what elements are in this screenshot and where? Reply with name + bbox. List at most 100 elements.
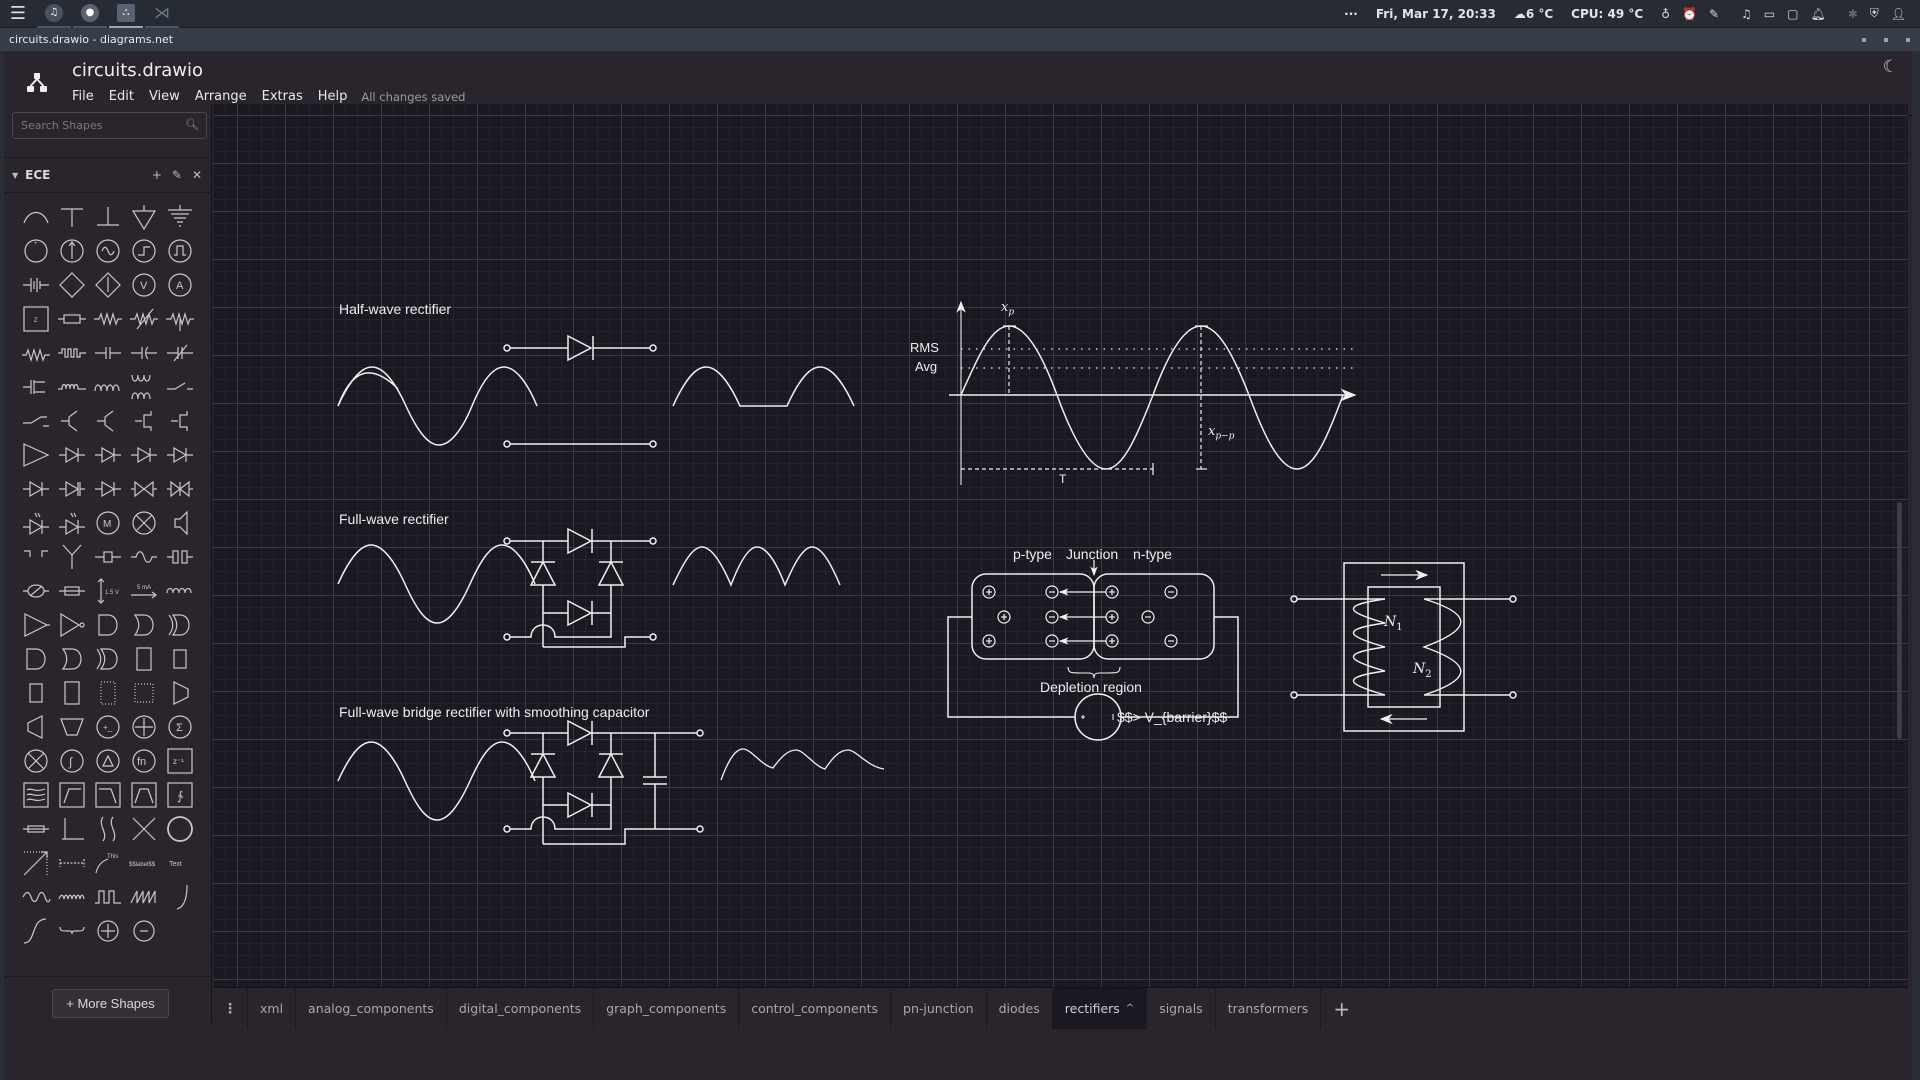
output-smoothed-wave[interactable] — [720, 748, 885, 781]
palette-shape[interactable] — [90, 676, 126, 710]
palette-shape[interactable] — [90, 608, 126, 642]
terminal[interactable] — [1290, 595, 1298, 603]
close-button[interactable] — [1906, 37, 1910, 42]
palette-shape[interactable] — [54, 200, 90, 234]
palette-shape[interactable] — [54, 608, 90, 642]
app-menu-button[interactable]: ☰ — [0, 0, 36, 28]
section-title-bridge-capacitor[interactable]: Full-wave bridge rectifier with smoothin… — [339, 704, 649, 720]
palette-shape[interactable] — [54, 914, 90, 948]
palette-shape[interactable]: 1.5 V — [90, 574, 126, 608]
tab-rectifiers[interactable]: rectifiers ^ — [1052, 988, 1148, 1029]
palette-shape[interactable] — [162, 540, 198, 574]
palette-shape[interactable] — [126, 336, 162, 370]
palette-shape[interactable] — [18, 642, 54, 676]
add-shape-icon[interactable]: + — [152, 168, 162, 182]
section-title-half-wave[interactable]: Half-wave rectifier — [339, 301, 451, 317]
diode[interactable] — [510, 334, 650, 362]
terminal[interactable] — [503, 633, 511, 641]
palette-shape[interactable] — [18, 710, 54, 744]
palette-shape[interactable]: A — [162, 268, 198, 302]
more-shapes-button[interactable]: + More Shapes — [52, 989, 169, 1018]
palette-shape[interactable] — [126, 880, 162, 914]
peak-to-peak-label[interactable]: xp−p — [1208, 424, 1234, 442]
palette-shape[interactable] — [162, 234, 198, 268]
voltage-source-label[interactable]: $$> V_{barrier}$$ — [1117, 709, 1227, 725]
bulb-icon[interactable]: ♁ — [1661, 7, 1670, 21]
palette-shape[interactable] — [54, 302, 90, 336]
palette-shape[interactable] — [126, 370, 162, 404]
clock[interactable]: Fri, Mar 17, 20:33 — [1376, 7, 1496, 21]
bridge-circuit[interactable] — [510, 527, 650, 648]
tab-pn-junction[interactable]: pn-junction — [891, 988, 987, 1029]
palette-shape[interactable] — [126, 200, 162, 234]
palette-shape[interactable] — [18, 404, 54, 438]
terminal[interactable] — [503, 825, 511, 833]
terminal[interactable] — [1509, 595, 1517, 603]
menu-view[interactable]: View — [149, 89, 180, 104]
search-shapes-input[interactable]: Search Shapes 🔍︎ — [12, 112, 207, 139]
palette-shape[interactable]: V — [126, 268, 162, 302]
rms-label[interactable]: RMS — [910, 340, 939, 355]
palette-shape[interactable] — [90, 914, 126, 948]
palette-shape[interactable]: 5 mA — [126, 574, 162, 608]
terminal[interactable] — [649, 440, 657, 448]
palette-shape[interactable] — [126, 472, 162, 506]
palette-shape[interactable] — [126, 914, 162, 948]
palette-shape[interactable] — [54, 234, 90, 268]
palette-shape[interactable] — [18, 200, 54, 234]
palette-shape[interactable] — [18, 540, 54, 574]
section-title-full-wave[interactable]: Full-wave rectifier — [339, 511, 449, 527]
vertical-scrollbar[interactable] — [1897, 502, 1902, 739]
tab-xml[interactable]: xml — [248, 988, 297, 1029]
palette-shape[interactable] — [162, 200, 198, 234]
palette-shape[interactable] — [162, 506, 198, 540]
color-picker-icon[interactable]: ✎ — [1709, 7, 1719, 21]
save-status[interactable]: All changes saved — [361, 90, 465, 104]
palette-shape[interactable] — [18, 268, 54, 302]
palette-shape[interactable] — [126, 404, 162, 438]
tab-control-components[interactable]: control_components — [739, 988, 892, 1029]
palette-shape[interactable] — [162, 676, 198, 710]
tab-digital-components[interactable]: digital_components — [447, 988, 595, 1029]
palette-shape[interactable] — [90, 336, 126, 370]
palette-shape[interactable] — [54, 642, 90, 676]
palette-shape[interactable] — [126, 438, 162, 472]
palette-shape[interactable] — [18, 676, 54, 710]
palette-shape[interactable] — [162, 472, 198, 506]
n2-label[interactable]: N2 — [1413, 661, 1432, 680]
input-sine-wave[interactable] — [337, 544, 536, 624]
palette-shape[interactable] — [90, 370, 126, 404]
palette-shape[interactable] — [54, 812, 90, 846]
shield-icon[interactable]: ⛨ — [1870, 6, 1879, 21]
bell-icon[interactable]: 🔔︎ — [1810, 7, 1825, 21]
palette-shape[interactable] — [18, 880, 54, 914]
palette-shape[interactable]: +_ — [90, 710, 126, 744]
terminal[interactable] — [503, 537, 511, 545]
menu-help[interactable]: Help — [318, 89, 348, 104]
pages-menu-button[interactable]: ⋮ — [213, 988, 248, 1029]
input-sine-wave[interactable] — [337, 366, 538, 446]
bluetooth-icon[interactable]: ✱ — [1848, 7, 1858, 21]
secondary-winding[interactable] — [1421, 598, 1462, 696]
avg-label[interactable]: Avg — [915, 359, 937, 374]
palette-shape[interactable] — [162, 642, 198, 676]
library-header-ece[interactable]: ▼ ECE + ✎ ✕ — [4, 157, 212, 193]
bridge-rectifier-with-capacitor[interactable] — [337, 719, 885, 845]
palette-shape[interactable] — [162, 370, 198, 404]
palette-shape[interactable] — [54, 846, 90, 880]
input-sine-wave[interactable] — [337, 741, 536, 821]
palette-shape[interactable] — [54, 710, 90, 744]
palette-shape[interactable] — [54, 370, 90, 404]
n1-label[interactable]: N1 — [1384, 614, 1403, 633]
palette-shape[interactable] — [90, 540, 126, 574]
output-full-wave[interactable] — [672, 546, 841, 587]
palette-shape[interactable] — [18, 472, 54, 506]
palette-shape[interactable] — [90, 404, 126, 438]
palette-shape[interactable] — [162, 608, 198, 642]
palette-shape[interactable] — [18, 914, 54, 948]
palette-shape[interactable] — [126, 608, 162, 642]
palette-shape[interactable]: Z — [18, 302, 54, 336]
palette-shape[interactable] — [126, 778, 162, 812]
palette-shape[interactable]: + — [18, 234, 54, 268]
palette-shape[interactable] — [90, 880, 126, 914]
